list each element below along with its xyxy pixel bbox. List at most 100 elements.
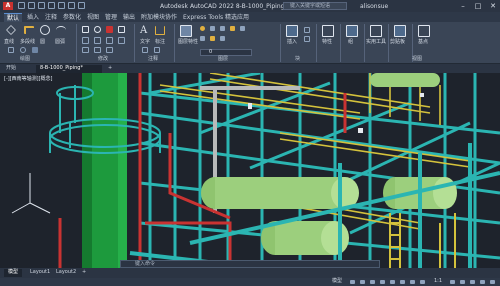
save-as-icon[interactable] xyxy=(48,2,55,9)
clipboard-icon[interactable] xyxy=(394,25,406,37)
layer-off-icon[interactable] xyxy=(200,36,205,41)
circle-icon[interactable] xyxy=(40,25,50,35)
user-account[interactable]: alisonsue xyxy=(360,3,388,10)
save-icon[interactable] xyxy=(38,2,45,9)
trim-icon[interactable] xyxy=(106,26,113,33)
close-button[interactable]: ✕ xyxy=(486,1,500,11)
tab-annotate[interactable]: 注释 xyxy=(42,13,60,22)
drawing-viewport[interactable]: [-][西南等轴测][概念] xyxy=(0,73,500,268)
minimize-button[interactable]: – xyxy=(456,1,470,11)
grid-icon[interactable] xyxy=(350,280,355,284)
document-tabs: 开始 8-B-1000_Piping* + xyxy=(0,64,500,73)
layer-properties-icon[interactable] xyxy=(180,25,192,37)
add-layout-button[interactable]: + xyxy=(78,269,90,277)
tab-layout1[interactable]: Layout1 xyxy=(26,269,54,277)
erase-icon[interactable] xyxy=(94,47,101,53)
model-space-toggle[interactable]: 模型 xyxy=(328,278,346,286)
table-icon[interactable] xyxy=(154,47,160,53)
command-line[interactable]: 键入命令 xyxy=(120,260,380,268)
utilities-icon[interactable] xyxy=(370,25,382,37)
maximize-button[interactable]: □ xyxy=(471,1,485,11)
polyline-icon[interactable] xyxy=(24,26,34,34)
array-icon[interactable] xyxy=(82,47,89,53)
groups-icon[interactable] xyxy=(346,25,358,37)
ribbon-separator xyxy=(174,24,175,62)
block-panel-label: 块 xyxy=(295,56,301,62)
explode-icon[interactable] xyxy=(106,47,113,53)
insert-block-icon[interactable] xyxy=(286,25,298,37)
layer-isolate-icon[interactable] xyxy=(240,26,245,31)
annotation-scale[interactable]: 1:1 xyxy=(430,278,446,286)
text-icon[interactable]: A xyxy=(140,25,150,36)
properties-icon[interactable] xyxy=(322,25,334,37)
osnap-icon[interactable] xyxy=(390,280,395,284)
leader-icon[interactable] xyxy=(142,47,148,53)
ribbon-separator xyxy=(388,24,389,62)
layer-freeze-icon[interactable] xyxy=(210,26,215,31)
ribbon-separator xyxy=(280,24,281,62)
layout-tabs: 模型 Layout1 Layout2 + xyxy=(0,268,500,278)
line-icon[interactable] xyxy=(6,25,16,35)
viewport-controls[interactable]: [-][西南等轴测][概念] xyxy=(4,75,53,82)
rectangle-icon[interactable] xyxy=(8,47,14,53)
layer-thaw-icon[interactable] xyxy=(210,36,215,41)
new-file-icon[interactable] xyxy=(18,2,25,9)
tab-express-tools[interactable]: Express Tools xyxy=(180,13,226,22)
arc-label: 圆弧 xyxy=(55,39,66,45)
dimension-icon[interactable] xyxy=(155,26,165,35)
autocad-window: A Autodesk AutoCAD 2022 8-B-1000_Piping.… xyxy=(0,0,500,286)
tab-parametric[interactable]: 参数化 xyxy=(60,13,84,22)
ribbon-separator xyxy=(134,24,135,62)
rotate-icon[interactable] xyxy=(94,26,101,33)
tab-start[interactable]: 开始 xyxy=(2,65,34,73)
tab-layout2[interactable]: Layout2 xyxy=(52,269,80,277)
groups-label: 组 xyxy=(348,39,354,45)
redo-icon[interactable] xyxy=(78,2,85,9)
ellipse-icon[interactable] xyxy=(20,47,26,53)
layer-unlock-icon[interactable] xyxy=(220,36,225,41)
move-icon[interactable] xyxy=(82,26,89,33)
stretch-icon[interactable] xyxy=(106,37,113,44)
add-tab-button[interactable]: + xyxy=(104,65,114,73)
snap-icon[interactable] xyxy=(360,280,365,284)
open-file-icon[interactable] xyxy=(28,2,35,9)
ortho-icon[interactable] xyxy=(370,280,375,284)
isolate-objects-icon[interactable] xyxy=(460,280,465,284)
print-icon[interactable] xyxy=(58,2,65,9)
layer-on-icon[interactable] xyxy=(200,26,205,31)
ribbon-separator xyxy=(340,24,341,62)
mirror-icon[interactable] xyxy=(82,37,89,44)
scale-icon[interactable] xyxy=(118,37,125,44)
tab-drawing-file[interactable]: 8-B-1000_Piping* xyxy=(36,65,102,73)
lineweight-icon[interactable] xyxy=(410,280,415,284)
clean-screen-icon[interactable] xyxy=(480,280,485,284)
layer-match-icon[interactable] xyxy=(230,26,235,31)
hardware-acceleration-icon[interactable] xyxy=(470,280,475,284)
draw-panel-label: 绘图 xyxy=(20,56,31,62)
layer-lock-icon[interactable] xyxy=(220,26,225,31)
otrack-icon[interactable] xyxy=(400,280,405,284)
undo-icon[interactable] xyxy=(68,2,75,9)
tab-featured-apps[interactable]: 精选应用 xyxy=(222,13,252,22)
search-input[interactable]: 键入关键字或短语 xyxy=(283,2,347,10)
tab-default[interactable]: 默认 xyxy=(4,13,23,22)
fillet-icon[interactable] xyxy=(94,37,101,44)
edit-block-icon[interactable] xyxy=(304,36,310,42)
create-block-icon[interactable] xyxy=(304,27,310,33)
customization-icon[interactable] xyxy=(490,280,495,284)
tab-manage[interactable]: 管理 xyxy=(102,13,120,22)
arc-icon[interactable] xyxy=(56,26,66,34)
copy-icon[interactable] xyxy=(118,26,125,33)
workspace-icon[interactable] xyxy=(450,280,455,284)
tab-collaborate[interactable]: 协作 xyxy=(162,13,180,22)
tab-insert[interactable]: 插入 xyxy=(24,13,42,22)
annotation-visibility-icon[interactable] xyxy=(420,280,425,284)
app-menu-icon[interactable]: A xyxy=(3,2,13,10)
tab-output[interactable]: 输出 xyxy=(120,13,138,22)
circle-label: 圆 xyxy=(40,39,46,45)
base-point-icon[interactable] xyxy=(418,25,430,37)
polar-icon[interactable] xyxy=(380,280,385,284)
hatch-icon[interactable] xyxy=(32,47,38,53)
tab-view[interactable]: 视图 xyxy=(84,13,102,22)
tab-model[interactable]: 模型 xyxy=(4,269,23,277)
